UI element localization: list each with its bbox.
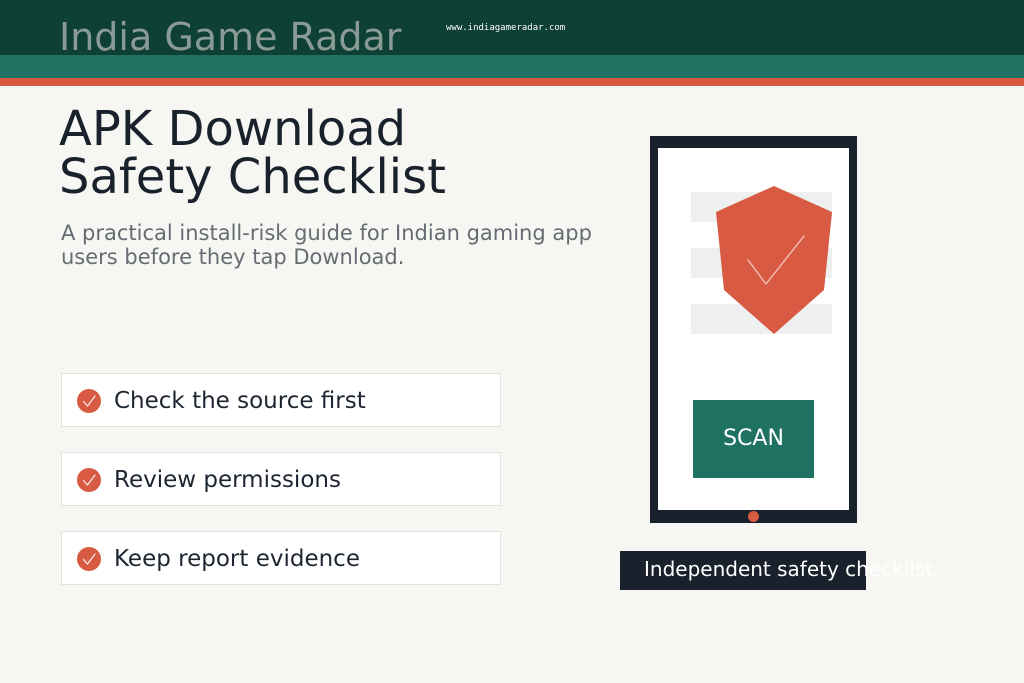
checklist-item-label: Keep report evidence — [114, 546, 360, 572]
caption-text: Independent safety checklist — [644, 557, 934, 581]
phone-illustration: SCAN — [650, 136, 857, 523]
page-title: APK Download Safety Checklist — [59, 105, 579, 201]
page-title-line-2: Safety Checklist — [59, 149, 446, 205]
shield-check-icon — [716, 186, 832, 334]
page-title-line-1: APK Download — [59, 101, 407, 157]
checklist-item-evidence: Keep report evidence — [61, 531, 501, 585]
header-stripe-red — [0, 78, 1024, 86]
check-circle-icon — [77, 547, 101, 571]
page-subtitle: A practical install-risk guide for India… — [61, 221, 592, 269]
page: India Game Radar www.indiagameradar.com … — [0, 0, 1024, 683]
checklist-item-label: Check the source first — [114, 388, 366, 414]
phone-screen: SCAN — [658, 148, 849, 510]
check-circle-icon — [77, 468, 101, 492]
site-url[interactable]: www.indiagameradar.com — [446, 22, 565, 34]
scan-button[interactable]: SCAN — [693, 400, 814, 478]
check-circle-icon — [77, 389, 101, 413]
checklist-item-source: Check the source first — [61, 373, 501, 427]
checklist-item-label: Review permissions — [114, 467, 341, 493]
checklist-item-permissions: Review permissions — [61, 452, 501, 506]
brand-name[interactable]: India Game Radar — [59, 14, 401, 60]
phone-home-indicator — [748, 511, 759, 522]
